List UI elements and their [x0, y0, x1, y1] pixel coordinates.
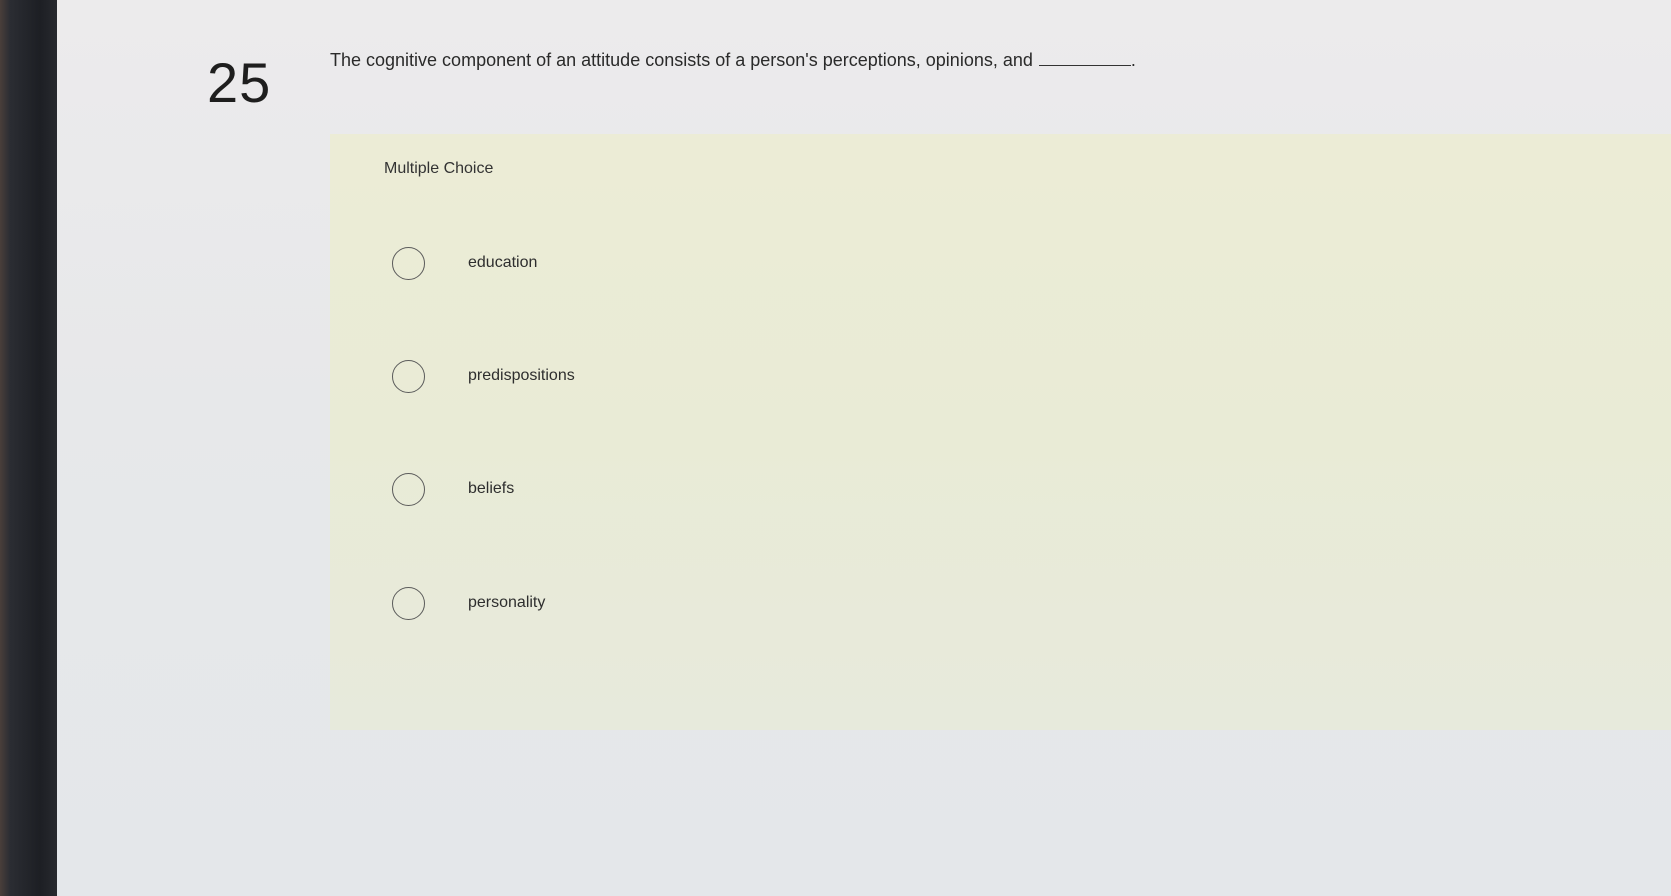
option-label: predispositions [468, 367, 575, 384]
question-type-label: Multiple Choice [384, 160, 494, 177]
question-trailing-period: . [1130, 50, 1136, 70]
question-number: 25 [207, 51, 272, 114]
option-label: education [468, 254, 538, 271]
screen: 25 The cognitive component of an attitud… [0, 0, 1671, 896]
answer-blank [1038, 65, 1131, 66]
radio-button[interactable] [392, 473, 425, 506]
option-label: beliefs [468, 480, 515, 497]
question-text: The cognitive component of an attitude c… [330, 50, 1033, 70]
option-label: personality [468, 594, 546, 611]
option-education[interactable]: education [392, 245, 992, 285]
question-prompt: The cognitive component of an attitude c… [330, 50, 1136, 71]
monitor-bezel [0, 0, 62, 896]
radio-button[interactable] [392, 247, 425, 280]
multiple-choice-panel: Multiple Choice education predisposition… [330, 134, 1671, 730]
radio-button[interactable] [392, 360, 425, 393]
radio-button[interactable] [392, 587, 425, 620]
question-page: 25 The cognitive component of an attitud… [57, 0, 1671, 896]
option-predispositions[interactable]: predispositions [392, 358, 992, 398]
option-beliefs[interactable]: beliefs [392, 471, 992, 511]
option-personality[interactable]: personality [392, 585, 992, 625]
